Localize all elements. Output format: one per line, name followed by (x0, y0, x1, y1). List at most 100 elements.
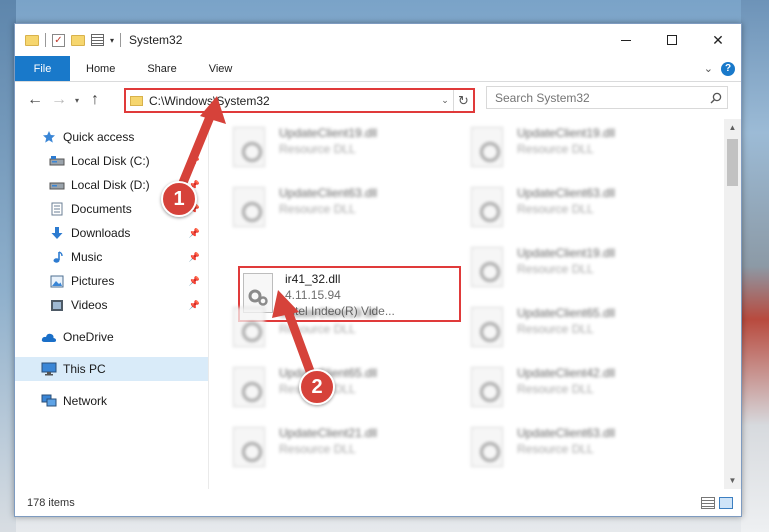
checkmark-properties-icon[interactable]: ✓ (52, 33, 65, 47)
file-list: UpdateClient19.dll Resource DLL UpdateCli… (209, 119, 741, 489)
minimize-button[interactable] (603, 24, 649, 56)
dll-file-icon (471, 187, 503, 227)
nav-item-this-pc[interactable]: This PC (15, 357, 208, 381)
explorer-window: ✓ ▾ System32 ✕ File Home Share View ⌄ ? … (14, 23, 742, 517)
dll-file-icon (233, 187, 265, 227)
documents-icon (49, 202, 65, 216)
file-tile[interactable]: UpdateClient63.dll Resource DLL (471, 185, 701, 235)
file-tile[interactable]: UpdateClient63.dll Resource DLL (471, 425, 701, 475)
address-folder-icon (130, 95, 143, 106)
nav-item-local-disk-c[interactable]: Local Disk (C:) 📌 (15, 149, 208, 173)
close-button[interactable]: ✕ (695, 24, 741, 56)
window-controls: ✕ (603, 24, 741, 56)
customize-toolbar-dropdown-icon[interactable]: ▾ (110, 36, 114, 45)
tab-file[interactable]: File (15, 56, 70, 81)
nav-item-label: Music (71, 250, 103, 264)
nav-item-label: This PC (63, 362, 106, 376)
view-toggles (701, 497, 741, 509)
scroll-up-icon[interactable]: ▲ (724, 119, 741, 136)
dll-file-icon (233, 307, 265, 347)
back-arrow-icon[interactable]: ← (23, 91, 47, 109)
nav-item-videos[interactable]: Videos 📌 (15, 293, 208, 317)
new-folder-icon[interactable] (71, 34, 85, 46)
file-type: Resource DLL (279, 442, 356, 456)
file-type: Resource DLL (517, 262, 594, 276)
status-bar: 178 items (15, 490, 741, 516)
file-tile[interactable]: UpdateClient19.dll Resource DLL (233, 125, 463, 175)
nav-item-label: Documents (71, 202, 132, 216)
search-box[interactable] (486, 86, 728, 109)
address-path[interactable]: C:\Windows\System32 (149, 94, 437, 108)
address-dropdown-icon[interactable]: ⌄ (437, 95, 453, 106)
nav-item-label: Pictures (71, 274, 115, 288)
dll-file-icon (233, 127, 265, 167)
folder-icon[interactable] (25, 34, 39, 46)
expand-ribbon-chevron-icon[interactable]: ⌄ (704, 62, 713, 75)
nav-item-quick-access[interactable]: Quick access (15, 125, 208, 149)
network-icon (41, 394, 57, 408)
refresh-icon[interactable]: ↻ (453, 90, 473, 111)
nav-item-pictures[interactable]: Pictures 📌 (15, 269, 208, 293)
large-icons-view-icon[interactable] (719, 497, 733, 509)
step-badge-1: 1 (161, 181, 197, 217)
nav-item-music[interactable]: Music 📌 (15, 245, 208, 269)
maximize-icon (667, 35, 677, 45)
pictures-icon (49, 274, 65, 288)
search-icon[interactable] (705, 92, 727, 104)
nav-item-label: Videos (71, 298, 108, 312)
nav-item-label: Local Disk (C:) (71, 154, 150, 168)
computer-icon (41, 362, 57, 376)
search-input[interactable] (487, 90, 705, 105)
nav-item-downloads[interactable]: Downloads 📌 (15, 221, 208, 245)
forward-arrow-icon[interactable]: → (47, 91, 71, 109)
toolbar-divider (45, 33, 46, 47)
quick-access-toolbar: ✓ ▾ (15, 33, 122, 47)
tab-view[interactable]: View (193, 56, 249, 81)
scrollbar-thumb[interactable] (727, 139, 738, 186)
tab-home[interactable]: Home (70, 56, 131, 81)
file-tile[interactable]: UpdateClient19.dll Resource DLL (471, 245, 701, 295)
file-name: UpdateClient19.dll (517, 126, 616, 140)
navigation-pane: Quick access Local Disk (C:) 📌 Local Dis… (15, 119, 209, 489)
vertical-scrollbar[interactable]: ▲ ▼ (724, 119, 741, 489)
file-tile[interactable]: UpdateClient19.dll Resource DLL (471, 125, 701, 175)
file-tile[interactable]: UpdateClient21.dll Resource DLL (233, 425, 463, 475)
pin-icon[interactable]: 📌 (189, 276, 200, 287)
properties-icon[interactable] (91, 34, 104, 46)
pin-icon[interactable]: 📌 (189, 252, 200, 263)
file-type: Resource DLL (279, 202, 356, 216)
file-type: Resource DLL (517, 142, 594, 156)
pin-icon[interactable]: 📌 (189, 300, 200, 311)
videos-icon (49, 298, 65, 312)
file-type: Resource DLL (517, 322, 594, 336)
file-tile[interactable]: UpdateClient42.dll Resource DLL (471, 365, 701, 415)
ribbon-right-controls: ⌄ ? (704, 56, 741, 81)
nav-item-label: Quick access (63, 130, 135, 144)
file-tile[interactable]: UpdateClient65.dll Resource DLL (471, 305, 701, 355)
file-name: UpdateClient63.dll (517, 426, 616, 440)
tab-share[interactable]: Share (131, 56, 192, 81)
file-name: UpdateClient19.dll (279, 306, 378, 320)
details-view-icon[interactable] (701, 497, 715, 509)
nav-item-onedrive[interactable]: OneDrive (15, 325, 208, 349)
recent-locations-dropdown-icon[interactable]: ▾ (71, 96, 83, 105)
nav-item-label: Local Disk (D:) (71, 178, 150, 192)
file-tile[interactable]: UpdateClient19.dll Resource DLL (233, 305, 463, 355)
pin-icon[interactable]: 📌 (189, 228, 200, 239)
minimize-icon (621, 39, 631, 41)
pin-icon[interactable]: 📌 (189, 156, 200, 167)
file-name: UpdateClient65.dll (517, 306, 616, 320)
up-arrow-icon[interactable]: ↑ (83, 91, 107, 109)
file-tile[interactable]: UpdateClient65.dllResource DLL (233, 365, 463, 415)
address-bar[interactable]: C:\Windows\System32 ⌄ ↻ (124, 88, 475, 113)
scroll-down-icon[interactable]: ▼ (724, 472, 741, 489)
help-button[interactable]: ? (721, 61, 735, 76)
file-name: UpdateClient19.dll (279, 126, 378, 140)
nav-item-network[interactable]: Network (15, 389, 208, 413)
dll-file-icon (471, 127, 503, 167)
maximize-button[interactable] (649, 24, 695, 56)
dll-file-icon (471, 367, 503, 407)
file-tile[interactable]: UpdateClient63.dll Resource DLL (233, 185, 463, 235)
file-name: ir41_32.dll (285, 272, 341, 286)
file-type: Resource DLL (517, 202, 594, 216)
